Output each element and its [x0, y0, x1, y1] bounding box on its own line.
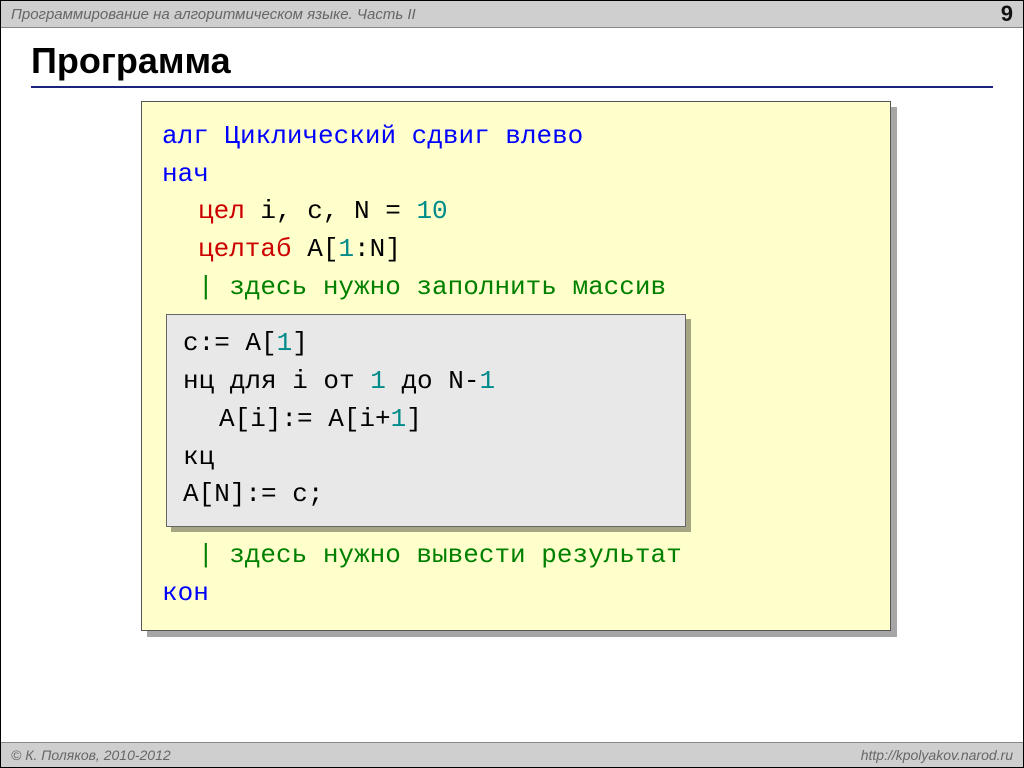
footer-bar: © К. Поляков, 2010-2012 http://kpolyakov…: [1, 742, 1023, 767]
header-subject: Программирование на алгоритмическом язык…: [11, 6, 416, 23]
comment-output: | здесь нужно вывести результат: [162, 537, 870, 575]
txt: ]: [406, 404, 422, 434]
eq: =: [370, 196, 417, 226]
num: 1: [370, 366, 386, 396]
code-line: целтаб A[1:N]: [162, 231, 870, 269]
vars: i, c, N: [245, 196, 370, 226]
kw-nach: нач: [162, 156, 870, 194]
txt: A[i]:= A[i+: [219, 404, 391, 434]
num: 1: [479, 366, 495, 396]
slide: Программирование на алгоритмическом язык…: [0, 0, 1024, 768]
kw-kc: кц: [183, 439, 669, 477]
code-box-inner: c:= A[1] нц для i от 1 до N-1 A[i]:= A[i…: [166, 314, 686, 526]
slide-title: Программа: [31, 40, 993, 88]
alg-name: Циклический сдвиг влево: [224, 121, 583, 151]
num: 1: [277, 328, 293, 358]
arr-pre: A[: [292, 234, 339, 264]
content-area: алг Циклический сдвиг влево нач цел i, c…: [141, 101, 891, 631]
txt: ]: [292, 328, 308, 358]
page-number: 9: [1001, 1, 1013, 27]
kw-kon: кон: [162, 575, 870, 613]
code-line: алг Циклический сдвиг влево: [162, 118, 870, 156]
kw-cel: цел: [198, 196, 245, 226]
code-line: A[N]:= c;: [183, 476, 669, 514]
code-box-outer: алг Циклический сдвиг влево нач цел i, c…: [141, 101, 891, 631]
arr-post: :N]: [354, 234, 401, 264]
code-line: цел i, c, N = 10: [162, 193, 870, 231]
kw-celtab: целтаб: [198, 234, 292, 264]
code-line: нц для i от 1 до N-1: [183, 363, 669, 401]
footer-url: http://kpolyakov.narod.ru: [861, 747, 1013, 763]
num-1: 1: [338, 234, 354, 264]
comment-fill: | здесь нужно заполнить массив: [162, 269, 870, 307]
code-line: c:= A[1]: [183, 325, 669, 363]
txt: нц для i от: [183, 366, 370, 396]
footer-copyright: © К. Поляков, 2010-2012: [11, 747, 171, 763]
txt: до N-: [386, 366, 480, 396]
kw-alg: алг: [162, 121, 209, 151]
num: 1: [391, 404, 407, 434]
txt: c:= A[: [183, 328, 277, 358]
num-10: 10: [416, 196, 447, 226]
code-line: A[i]:= A[i+1]: [183, 401, 669, 439]
header-bar: Программирование на алгоритмическом язык…: [1, 1, 1023, 28]
